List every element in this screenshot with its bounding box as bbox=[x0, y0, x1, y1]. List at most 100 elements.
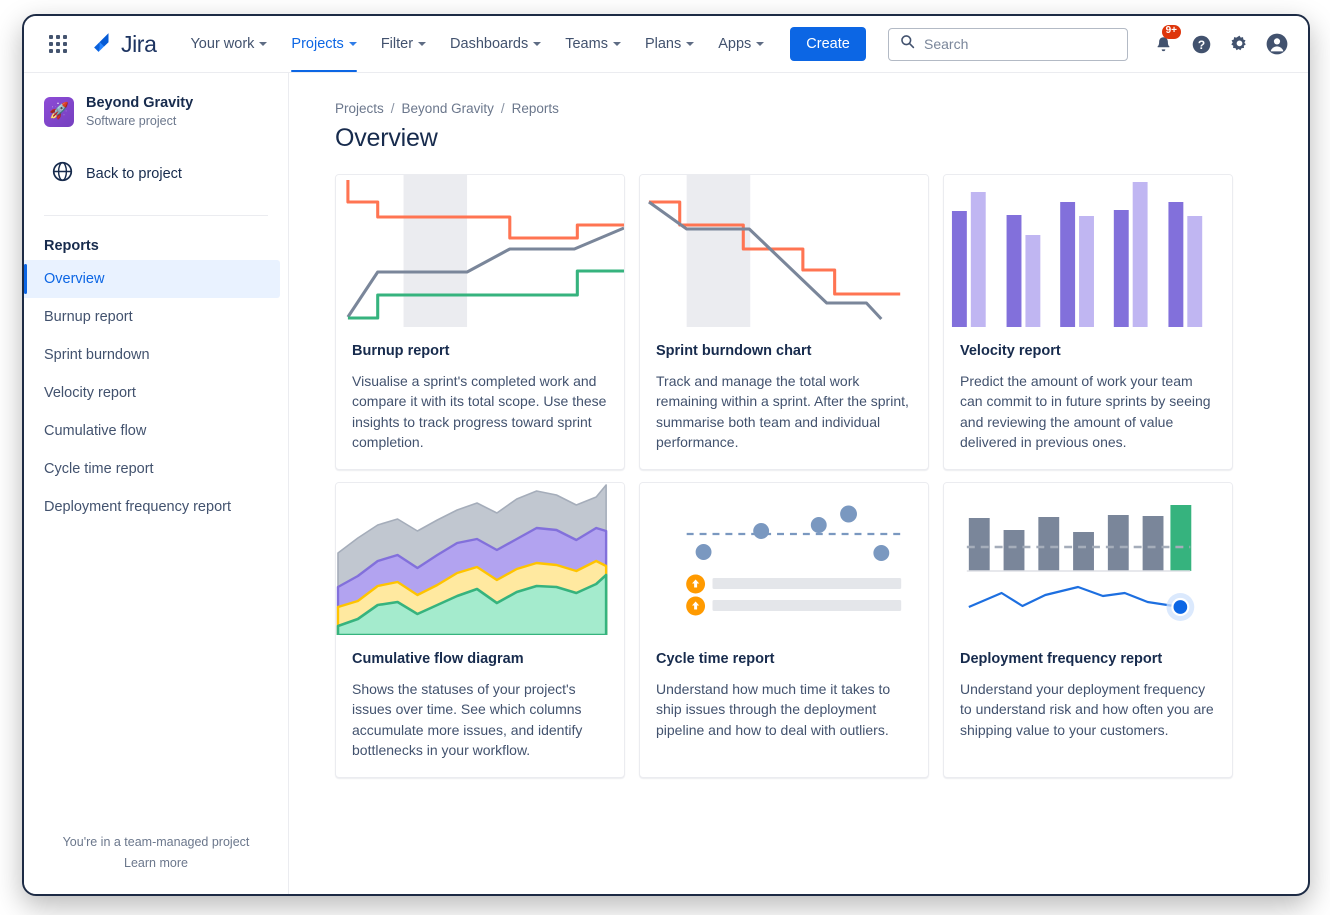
learn-more-link[interactable]: Learn more bbox=[24, 856, 288, 870]
card-title: Velocity report bbox=[960, 343, 1216, 359]
browser-window: Jira Your work Projects Filter Dashboard… bbox=[22, 14, 1310, 896]
search-icon bbox=[900, 34, 915, 54]
nav-label: Plans bbox=[645, 36, 681, 52]
sidebar-section-title: Reports bbox=[24, 216, 288, 260]
card-description: Predict the amount of work your team can… bbox=[960, 371, 1216, 452]
project-name: Beyond Gravity bbox=[86, 94, 193, 113]
sidebar-item-label: Cycle time report bbox=[44, 461, 154, 477]
sidebar-item-label: Cumulative flow bbox=[44, 423, 146, 439]
account-avatar-button[interactable] bbox=[1260, 27, 1294, 61]
deployment-frequency-thumbnail bbox=[944, 483, 1232, 635]
nav-label: Your work bbox=[190, 36, 254, 52]
settings-button[interactable] bbox=[1222, 27, 1256, 61]
primary-nav: Your work Projects Filter Dashboards Tea… bbox=[178, 16, 865, 72]
card-description: Understand how much time it takes to shi… bbox=[656, 679, 912, 740]
sidebar-item-label: Sprint burndown bbox=[44, 347, 150, 363]
sidebar-nav-list: Overview Burnup report Sprint burndown V… bbox=[24, 260, 288, 526]
nav-label: Projects bbox=[291, 36, 343, 52]
nav-item-dashboards[interactable]: Dashboards bbox=[438, 16, 553, 72]
breadcrumb: Projects / Beyond Gravity / Reports bbox=[335, 101, 1268, 116]
chevron-down-icon bbox=[533, 42, 541, 46]
nav-item-projects[interactable]: Projects bbox=[279, 16, 368, 72]
svg-text:?: ? bbox=[1197, 37, 1204, 51]
app-switcher-button[interactable] bbox=[42, 28, 74, 60]
nav-item-filter[interactable]: Filter bbox=[369, 16, 438, 72]
avatar-icon bbox=[1265, 32, 1289, 56]
nav-right-cluster: 9+ ? bbox=[888, 27, 1294, 61]
chevron-down-icon bbox=[349, 42, 357, 46]
card-description: Track and manage the total work remainin… bbox=[656, 371, 912, 452]
chevron-down-icon bbox=[686, 42, 694, 46]
nav-item-plans[interactable]: Plans bbox=[633, 16, 706, 72]
nav-item-your-work[interactable]: Your work bbox=[178, 16, 279, 72]
sidebar-item-cumulative-flow[interactable]: Cumulative flow bbox=[24, 412, 280, 450]
nav-item-apps[interactable]: Apps bbox=[706, 16, 776, 72]
rocket-icon: 🚀 bbox=[49, 104, 69, 120]
nav-item-teams[interactable]: Teams bbox=[553, 16, 633, 72]
breadcrumb-beyond-gravity[interactable]: Beyond Gravity bbox=[402, 101, 494, 116]
nav-label: Dashboards bbox=[450, 36, 528, 52]
help-button[interactable]: ? bbox=[1184, 27, 1218, 61]
globe-icon bbox=[52, 161, 73, 187]
card-description: Shows the statuses of your project's iss… bbox=[352, 679, 608, 760]
velocity-chart-thumbnail bbox=[944, 175, 1232, 327]
project-avatar: 🚀 bbox=[44, 97, 74, 127]
create-button[interactable]: Create bbox=[790, 27, 866, 61]
report-card-deployment-frequency[interactable]: Deployment frequency report Understand y… bbox=[943, 482, 1233, 778]
priority-row-2 bbox=[686, 597, 901, 616]
chevron-down-icon bbox=[418, 42, 426, 46]
sidebar-item-label: Deployment frequency report bbox=[44, 499, 231, 515]
card-body: Deployment frequency report Understand y… bbox=[944, 635, 1232, 740]
sidebar-item-deployment-frequency-report[interactable]: Deployment frequency report bbox=[24, 488, 280, 526]
card-title: Cumulative flow diagram bbox=[352, 651, 608, 667]
back-to-project-label: Back to project bbox=[86, 166, 182, 182]
project-sidebar: 🚀 Beyond Gravity Software project Bac bbox=[24, 73, 289, 896]
page-title: Overview bbox=[335, 124, 1268, 153]
sidebar-footer: You're in a team-managed project Learn m… bbox=[24, 828, 288, 896]
report-card-velocity[interactable]: Velocity report Predict the amount of wo… bbox=[943, 174, 1233, 470]
project-type: Software project bbox=[86, 113, 193, 131]
breadcrumb-separator: / bbox=[391, 101, 395, 116]
card-title: Burnup report bbox=[352, 343, 608, 359]
notification-badge: 9+ bbox=[1162, 25, 1181, 39]
project-header[interactable]: 🚀 Beyond Gravity Software project bbox=[24, 86, 288, 130]
report-card-sprint-burndown[interactable]: Sprint burndown chart Track and manage t… bbox=[639, 174, 929, 470]
chevron-down-icon bbox=[259, 42, 267, 46]
notifications-button[interactable]: 9+ bbox=[1146, 27, 1180, 61]
card-body: Sprint burndown chart Track and manage t… bbox=[640, 327, 928, 452]
sidebar-item-overview[interactable]: Overview bbox=[24, 260, 280, 298]
card-title: Cycle time report bbox=[656, 651, 912, 667]
chevron-down-icon bbox=[613, 42, 621, 46]
sidebar-item-cycle-time-report[interactable]: Cycle time report bbox=[24, 450, 280, 488]
back-to-project-link[interactable]: Back to project bbox=[32, 152, 280, 196]
nav-label: Apps bbox=[718, 36, 751, 52]
card-title: Deployment frequency report bbox=[960, 651, 1216, 667]
breadcrumb-projects[interactable]: Projects bbox=[335, 101, 384, 116]
sidebar-item-label: Overview bbox=[44, 271, 104, 287]
nav-label: Teams bbox=[565, 36, 608, 52]
reports-card-grid: Burnup report Visualise a sprint's compl… bbox=[335, 174, 1268, 778]
jira-logo[interactable]: Jira bbox=[88, 31, 156, 58]
page-body: 🚀 Beyond Gravity Software project Bac bbox=[24, 73, 1308, 896]
search-input[interactable] bbox=[924, 36, 1116, 52]
report-card-cumulative-flow[interactable]: Cumulative flow diagram Shows the status… bbox=[335, 482, 625, 778]
card-body: Burnup report Visualise a sprint's compl… bbox=[336, 327, 624, 452]
breadcrumb-reports[interactable]: Reports bbox=[512, 101, 559, 116]
search-box[interactable] bbox=[888, 28, 1128, 61]
card-description: Visualise a sprint's completed work and … bbox=[352, 371, 608, 452]
sidebar-item-label: Burnup report bbox=[44, 309, 133, 325]
help-icon: ? bbox=[1191, 34, 1212, 55]
sidebar-item-sprint-burndown[interactable]: Sprint burndown bbox=[24, 336, 280, 374]
card-body: Velocity report Predict the amount of wo… bbox=[944, 327, 1232, 452]
project-meta: Beyond Gravity Software project bbox=[86, 94, 193, 130]
jira-logo-icon bbox=[88, 31, 114, 57]
card-title: Sprint burndown chart bbox=[656, 343, 912, 359]
sidebar-item-burnup-report[interactable]: Burnup report bbox=[24, 298, 280, 336]
sidebar-item-velocity-report[interactable]: Velocity report bbox=[24, 374, 280, 412]
team-managed-note: You're in a team-managed project bbox=[24, 828, 288, 856]
report-card-burnup[interactable]: Burnup report Visualise a sprint's compl… bbox=[335, 174, 625, 470]
report-card-cycle-time[interactable]: Cycle time report Understand how much ti… bbox=[639, 482, 929, 778]
main-content: Projects / Beyond Gravity / Reports Over… bbox=[289, 73, 1308, 896]
card-body: Cycle time report Understand how much ti… bbox=[640, 635, 928, 740]
grid-icon bbox=[49, 35, 67, 53]
